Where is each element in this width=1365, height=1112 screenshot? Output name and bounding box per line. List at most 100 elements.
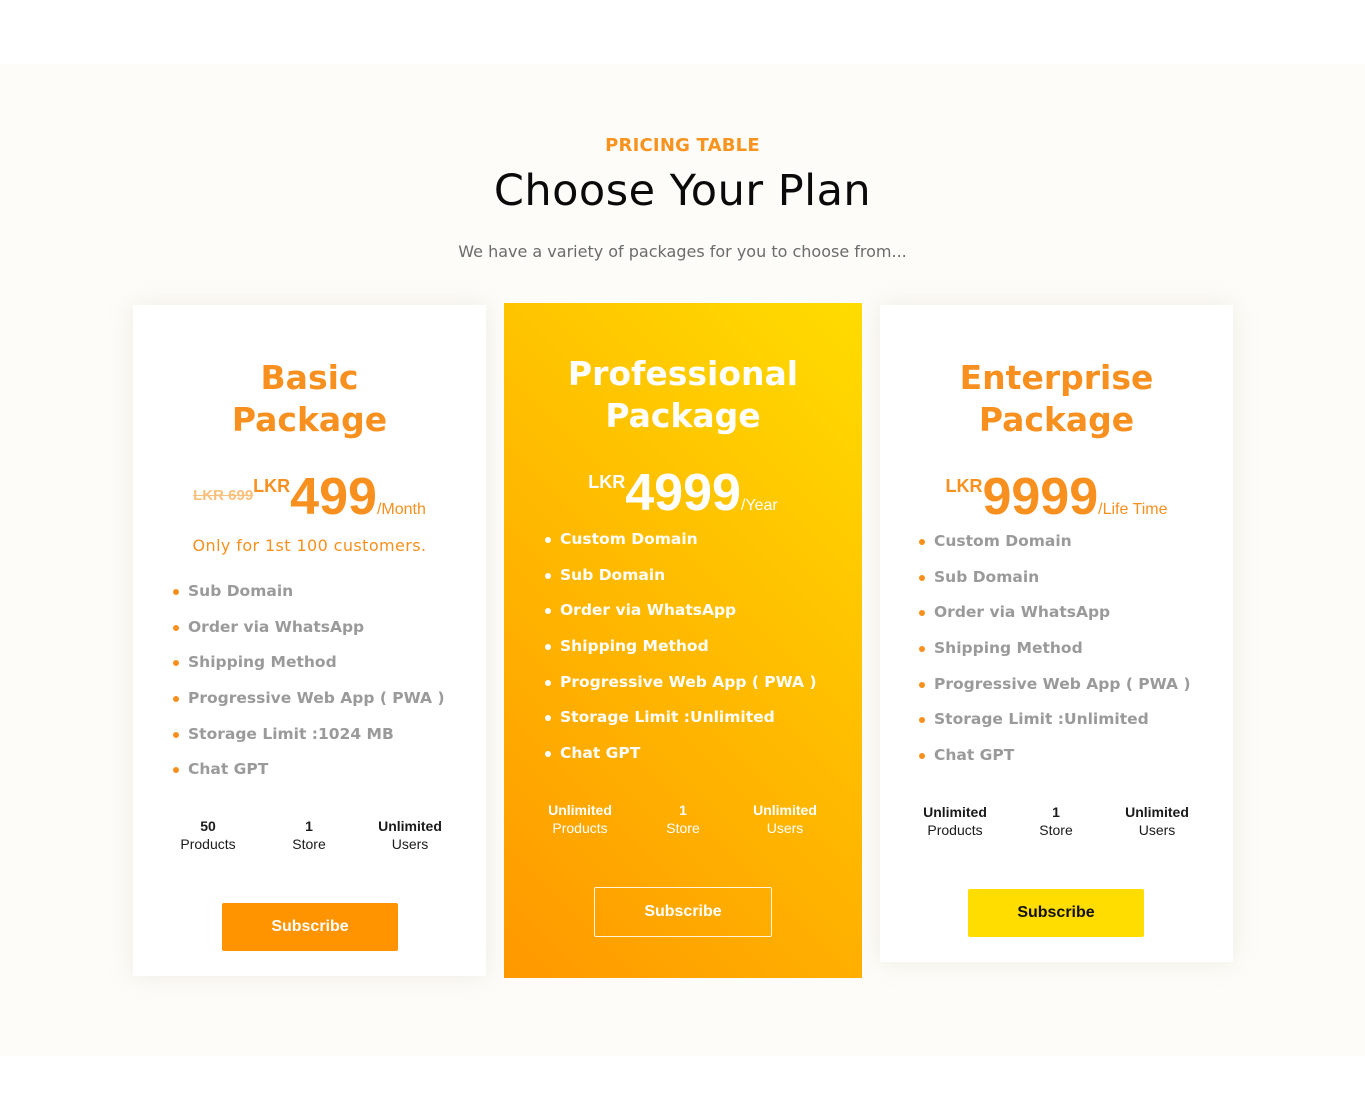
feature-item: Shipping Method: [919, 631, 1191, 667]
bullet-icon: [919, 717, 925, 724]
stat-label: Products: [927, 822, 983, 838]
bullet-icon: [545, 608, 551, 615]
bullet-icon: [173, 589, 179, 595]
stat-label: Products: [552, 820, 608, 836]
bullet-icon: [919, 539, 925, 545]
bullet-icon: [919, 574, 925, 581]
plan-card-professional: Professional Package LKR4999/Year Custom…: [504, 303, 862, 978]
stat-value: 50: [200, 818, 216, 834]
stat-label: Users: [391, 836, 429, 852]
stat-value: Unlimited: [923, 804, 987, 820]
price-amount: 4999: [625, 464, 741, 522]
bullet-icon: [919, 646, 925, 653]
stat-store: 1 Store: [279, 817, 339, 853]
stat-label: Store: [292, 836, 326, 852]
feature-item: Sub Domain: [545, 558, 817, 594]
bullet-icon: [919, 610, 925, 617]
plan-name: Basic Package: [133, 357, 486, 441]
bullet-icon: [173, 660, 179, 667]
feature-item: Shipping Method: [173, 645, 445, 681]
subscribe-button[interactable]: Subscribe: [594, 887, 772, 937]
stat-label: Users: [766, 820, 804, 836]
feature-list: Custom Domain Sub Domain Order via Whats…: [919, 524, 1191, 774]
price-row: LKR4999/Year: [504, 463, 862, 523]
feature-label: Chat GPT: [934, 746, 1015, 765]
stat-value: 1: [679, 802, 687, 818]
bullet-icon: [919, 753, 925, 760]
stat-value: Unlimited: [548, 802, 612, 818]
feature-item: Custom Domain: [545, 522, 817, 558]
page-title: Choose Your Plan: [493, 166, 872, 216]
price-period: /Life Time: [1098, 501, 1168, 518]
price-currency: LKR: [945, 476, 983, 496]
feature-label: Shipping Method: [188, 653, 337, 672]
plan-name-line2: Package: [605, 396, 761, 435]
feature-item: Order via WhatsApp: [545, 593, 817, 629]
stat-label: Users: [1138, 822, 1176, 838]
feature-label: Chat GPT: [188, 760, 269, 779]
feature-item: Storage Limit :Unlimited: [545, 700, 817, 736]
bullet-icon: [173, 731, 179, 738]
page-subtitle: We have a variety of packages for you to…: [458, 242, 907, 261]
stat-products: 50 Products: [178, 817, 238, 853]
feature-label: Progressive Web App ( PWA ): [934, 674, 1191, 693]
price-row: LKR9999/Life Time: [880, 467, 1233, 527]
bullet-icon: [545, 715, 551, 722]
bullet-icon: [919, 681, 925, 688]
stat-products: Unlimited Products: [915, 803, 995, 839]
old-price: LKR 699: [193, 487, 254, 504]
promo-note: Only for 1st 100 customers.: [192, 536, 427, 555]
stat-value: Unlimited: [378, 818, 442, 834]
stat-value: 1: [305, 818, 313, 834]
feature-item: Storage Limit :1024 MB: [173, 717, 445, 753]
plan-card-basic: Basic Package LKR 699LKR499/Month Only f…: [133, 305, 486, 976]
plan-name-line2: Package: [231, 400, 388, 439]
price-row: LKR 699LKR499/Month: [133, 467, 486, 527]
stat-value: Unlimited: [753, 802, 817, 818]
plan-name-line1: Professional: [567, 354, 799, 393]
feature-label: Order via WhatsApp: [560, 601, 737, 620]
stat-users: Unlimited Users: [1117, 803, 1197, 839]
feature-item: Storage Limit :Unlimited: [919, 702, 1191, 738]
feature-item: Sub Domain: [919, 560, 1191, 596]
bullet-icon: [545, 537, 551, 543]
bullet-icon: [545, 572, 551, 579]
feature-item: Sub Domain: [173, 574, 445, 610]
bullet-icon: [173, 624, 179, 631]
stat-value: 1: [1052, 804, 1060, 820]
feature-item: Chat GPT: [173, 752, 445, 788]
feature-label: Custom Domain: [560, 530, 698, 548]
subscribe-button[interactable]: Subscribe: [968, 889, 1144, 937]
feature-list: Custom Domain Sub Domain Order via Whats…: [545, 522, 817, 772]
price-period: /Year: [740, 497, 778, 514]
stat-label: Store: [666, 820, 700, 836]
feature-item: Chat GPT: [545, 736, 817, 772]
subscribe-button[interactable]: Subscribe: [222, 903, 398, 951]
feature-item: Order via WhatsApp: [173, 610, 445, 646]
plan-name-line1: Enterprise: [959, 358, 1154, 397]
feature-item: Shipping Method: [545, 629, 817, 665]
plan-name: Professional Package: [504, 353, 862, 437]
feature-label: Storage Limit :1024 MB: [188, 724, 394, 743]
stat-store: 1 Store: [653, 801, 713, 837]
price-currency: LKR: [253, 476, 291, 496]
feature-label: Custom Domain: [934, 532, 1072, 550]
feature-item: Order via WhatsApp: [919, 595, 1191, 631]
plan-name-line2: Package: [978, 400, 1135, 439]
bullet-icon: [173, 696, 179, 703]
stat-users: Unlimited Users: [370, 817, 450, 853]
feature-label: Storage Limit :Unlimited: [934, 710, 1149, 729]
feature-label: Sub Domain: [560, 565, 666, 584]
feature-label: Storage Limit :Unlimited: [560, 708, 775, 727]
price-currency: LKR: [588, 472, 626, 492]
feature-label: Order via WhatsApp: [188, 617, 365, 636]
bullet-icon: [545, 679, 551, 686]
feature-label: Progressive Web App ( PWA ): [188, 689, 445, 708]
feature-label: Shipping Method: [560, 637, 709, 656]
section-eyebrow: PRICING TABLE: [605, 135, 760, 156]
feature-list: Sub Domain Order via WhatsApp Shipping M…: [173, 574, 445, 788]
price-period: /Month: [376, 501, 426, 518]
stat-store: 1 Store: [1026, 803, 1086, 839]
plan-card-enterprise: Enterprise Package LKR9999/Life Time Cus…: [880, 305, 1233, 962]
feature-label: Sub Domain: [188, 582, 294, 600]
